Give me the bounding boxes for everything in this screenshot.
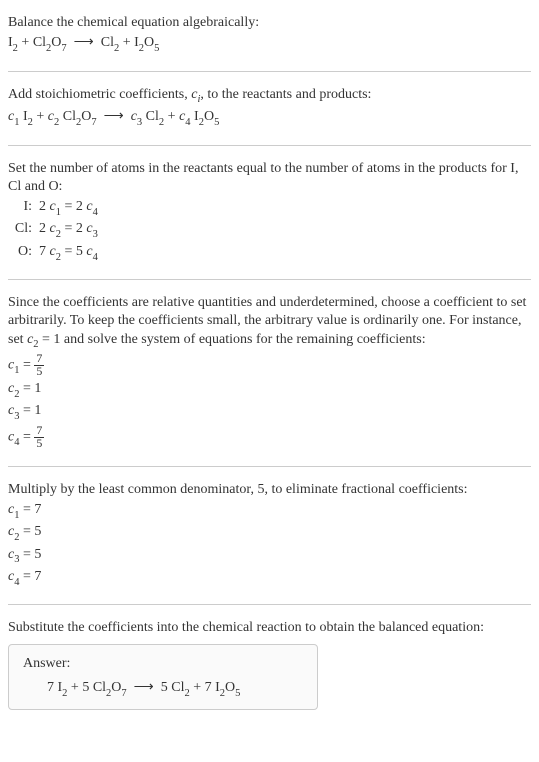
balanced-equation: 7 I2 + 5 Cl2O7 ⟶ 5 Cl2 + 7 I2O5 xyxy=(23,679,303,699)
intro-text: Set the number of atoms in the reactants… xyxy=(8,160,531,196)
intro-text: Balance the chemical equation algebraica… xyxy=(8,14,531,32)
equation-with-coefficients: c1 I2 + c2 Cl2O7 ⟶ c3 Cl2 + c4 I2O5 xyxy=(8,108,531,128)
divider xyxy=(8,604,531,605)
divider xyxy=(8,279,531,280)
section-add-coefficients: Add stoichiometric coefficients, ci, to … xyxy=(8,80,531,137)
divider xyxy=(8,145,531,146)
solution-line: c3 = 5 xyxy=(8,546,531,566)
intro-text: Multiply by the least common denominator… xyxy=(8,481,531,499)
section-problem: Balance the chemical equation algebraica… xyxy=(8,8,531,63)
section-integer-solution: Multiply by the least common denominator… xyxy=(8,475,531,597)
balance-line: I: 2 c1 = 2 c4 xyxy=(8,198,531,218)
solution-line: c1 = 75 xyxy=(8,353,531,378)
solution-line: c2 = 5 xyxy=(8,523,531,543)
solution-list: c1 = 7c2 = 5 c3 = 5c4 = 7 xyxy=(8,501,531,589)
answer-box: Answer: 7 I2 + 5 Cl2O7 ⟶ 5 Cl2 + 7 I2O5 xyxy=(8,644,318,711)
intro-text: Add stoichiometric coefficients, ci, to … xyxy=(8,86,531,106)
solution-line: c4 = 7 xyxy=(8,568,531,588)
section-atom-balance: Set the number of atoms in the reactants… xyxy=(8,154,531,272)
divider xyxy=(8,466,531,467)
balance-line: Cl: 2 c2 = 2 c3 xyxy=(8,220,531,240)
balance-line: O: 7 c2 = 5 c4 xyxy=(8,243,531,263)
solution-line: c2 = 1 xyxy=(8,380,531,400)
answer-label: Answer: xyxy=(23,655,303,673)
solution-line: c3 = 1 xyxy=(8,402,531,422)
section-fractional-solution: Since the coefficients are relative quan… xyxy=(8,288,531,457)
intro-text: Substitute the coefficients into the che… xyxy=(8,619,531,637)
solution-list: c1 = 75c2 = 1c3 = 1 c4 = 75 xyxy=(8,353,531,450)
solution-line: c1 = 7 xyxy=(8,501,531,521)
divider xyxy=(8,71,531,72)
intro-text: Since the coefficients are relative quan… xyxy=(8,294,531,351)
solution-line: c4 = 75 xyxy=(8,425,531,450)
balance-list: I: 2 c1 = 2 c4Cl: 2 c2 = 2 c3 O: 7 c2 = 5… xyxy=(8,198,531,263)
unbalanced-equation: I2 + Cl2O7 ⟶ Cl2 + I2O5 xyxy=(8,34,531,54)
section-answer: Substitute the coefficients into the che… xyxy=(8,613,531,716)
